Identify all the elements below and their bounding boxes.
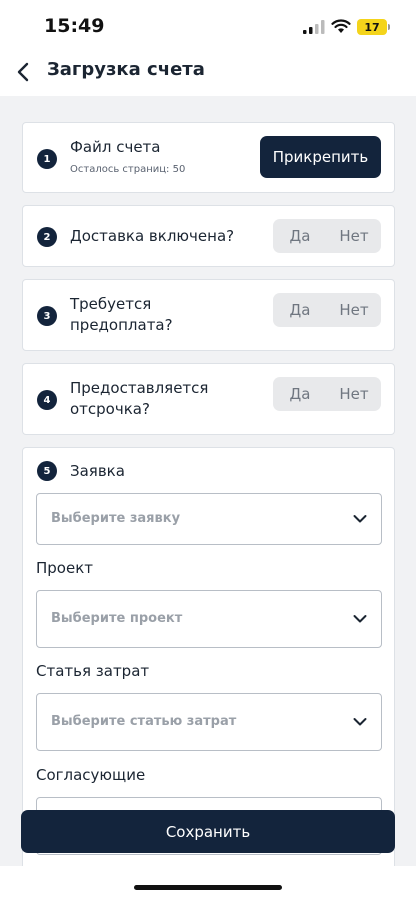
step-badge: 5 [37,461,57,481]
chevron-down-icon [353,515,367,523]
chevron-down-icon [353,718,367,726]
step-title-line2: отсрочка? [70,400,150,418]
step-deferral-card: 4 Предоставляется отсрочка? Да Нет [22,363,395,435]
yes-option[interactable]: Да [273,377,327,411]
battery-tip [388,24,390,30]
step-title: Файл счета [70,138,161,156]
status-time: 15:49 [44,15,105,37]
project-select[interactable]: Выберите проект [36,590,382,648]
step-invoice-file-card: 1 Файл счета Осталось страниц: 50 Прикре… [22,122,395,193]
delivery-toggle[interactable]: Да Нет [273,219,381,253]
status-bar: 15:49 17 [0,0,416,52]
chevron-left-icon[interactable] [14,60,34,84]
step-prepayment-card: 3 Требуется предоплата? Да Нет [22,279,395,351]
attach-button[interactable]: Прикрепить [260,136,381,178]
no-option[interactable]: Нет [327,293,381,327]
step-badge: 4 [37,390,57,410]
cost-item-label: Статья затрат [36,662,150,680]
cost-item-select[interactable]: Выберите статью затрат [36,693,382,751]
step-badge: 1 [37,149,57,169]
battery-icon: 17 [357,19,387,35]
nav-bar: Загрузка счета [0,52,416,96]
battery-level: 17 [364,20,380,34]
step-request-card: 5 Заявка Выберите заявку Проект Выберите… [22,447,395,866]
signal-icon [303,20,325,34]
step-title-line2: предоплата? [70,316,173,334]
step-title: Заявка [70,462,125,480]
wifi-icon [331,19,351,33]
step-badge: 3 [37,306,57,326]
cost-item-placeholder: Выберите статью затрат [51,714,237,729]
no-option[interactable]: Нет [327,377,381,411]
page-title: Загрузка счета [47,59,205,80]
step-title-line1: Требуется [70,295,152,313]
project-label: Проект [36,559,94,577]
request-placeholder: Выберите заявку [51,511,181,526]
home-indicator [134,885,282,890]
step-title-line1: Предоставляется [70,379,209,397]
yes-option[interactable]: Да [273,219,327,253]
chevron-down-icon [353,615,367,623]
deferral-toggle[interactable]: Да Нет [273,377,381,411]
pages-left-text: Осталось страниц: 50 [70,164,186,175]
no-option[interactable]: Нет [327,219,381,253]
step-title: Доставка включена? [70,227,235,245]
yes-option[interactable]: Да [273,293,327,327]
project-placeholder: Выберите проект [51,611,183,626]
request-select[interactable]: Выберите заявку [36,493,382,545]
step-badge: 2 [37,227,57,247]
prepayment-toggle[interactable]: Да Нет [273,293,381,327]
invoice-form[interactable]: 1 Файл счета Осталось страниц: 50 Прикре… [0,96,416,866]
step-delivery-card: 2 Доставка включена? Да Нет [22,205,395,267]
approvers-label: Согласующие [36,766,146,784]
save-button[interactable]: Сохранить [21,810,395,853]
